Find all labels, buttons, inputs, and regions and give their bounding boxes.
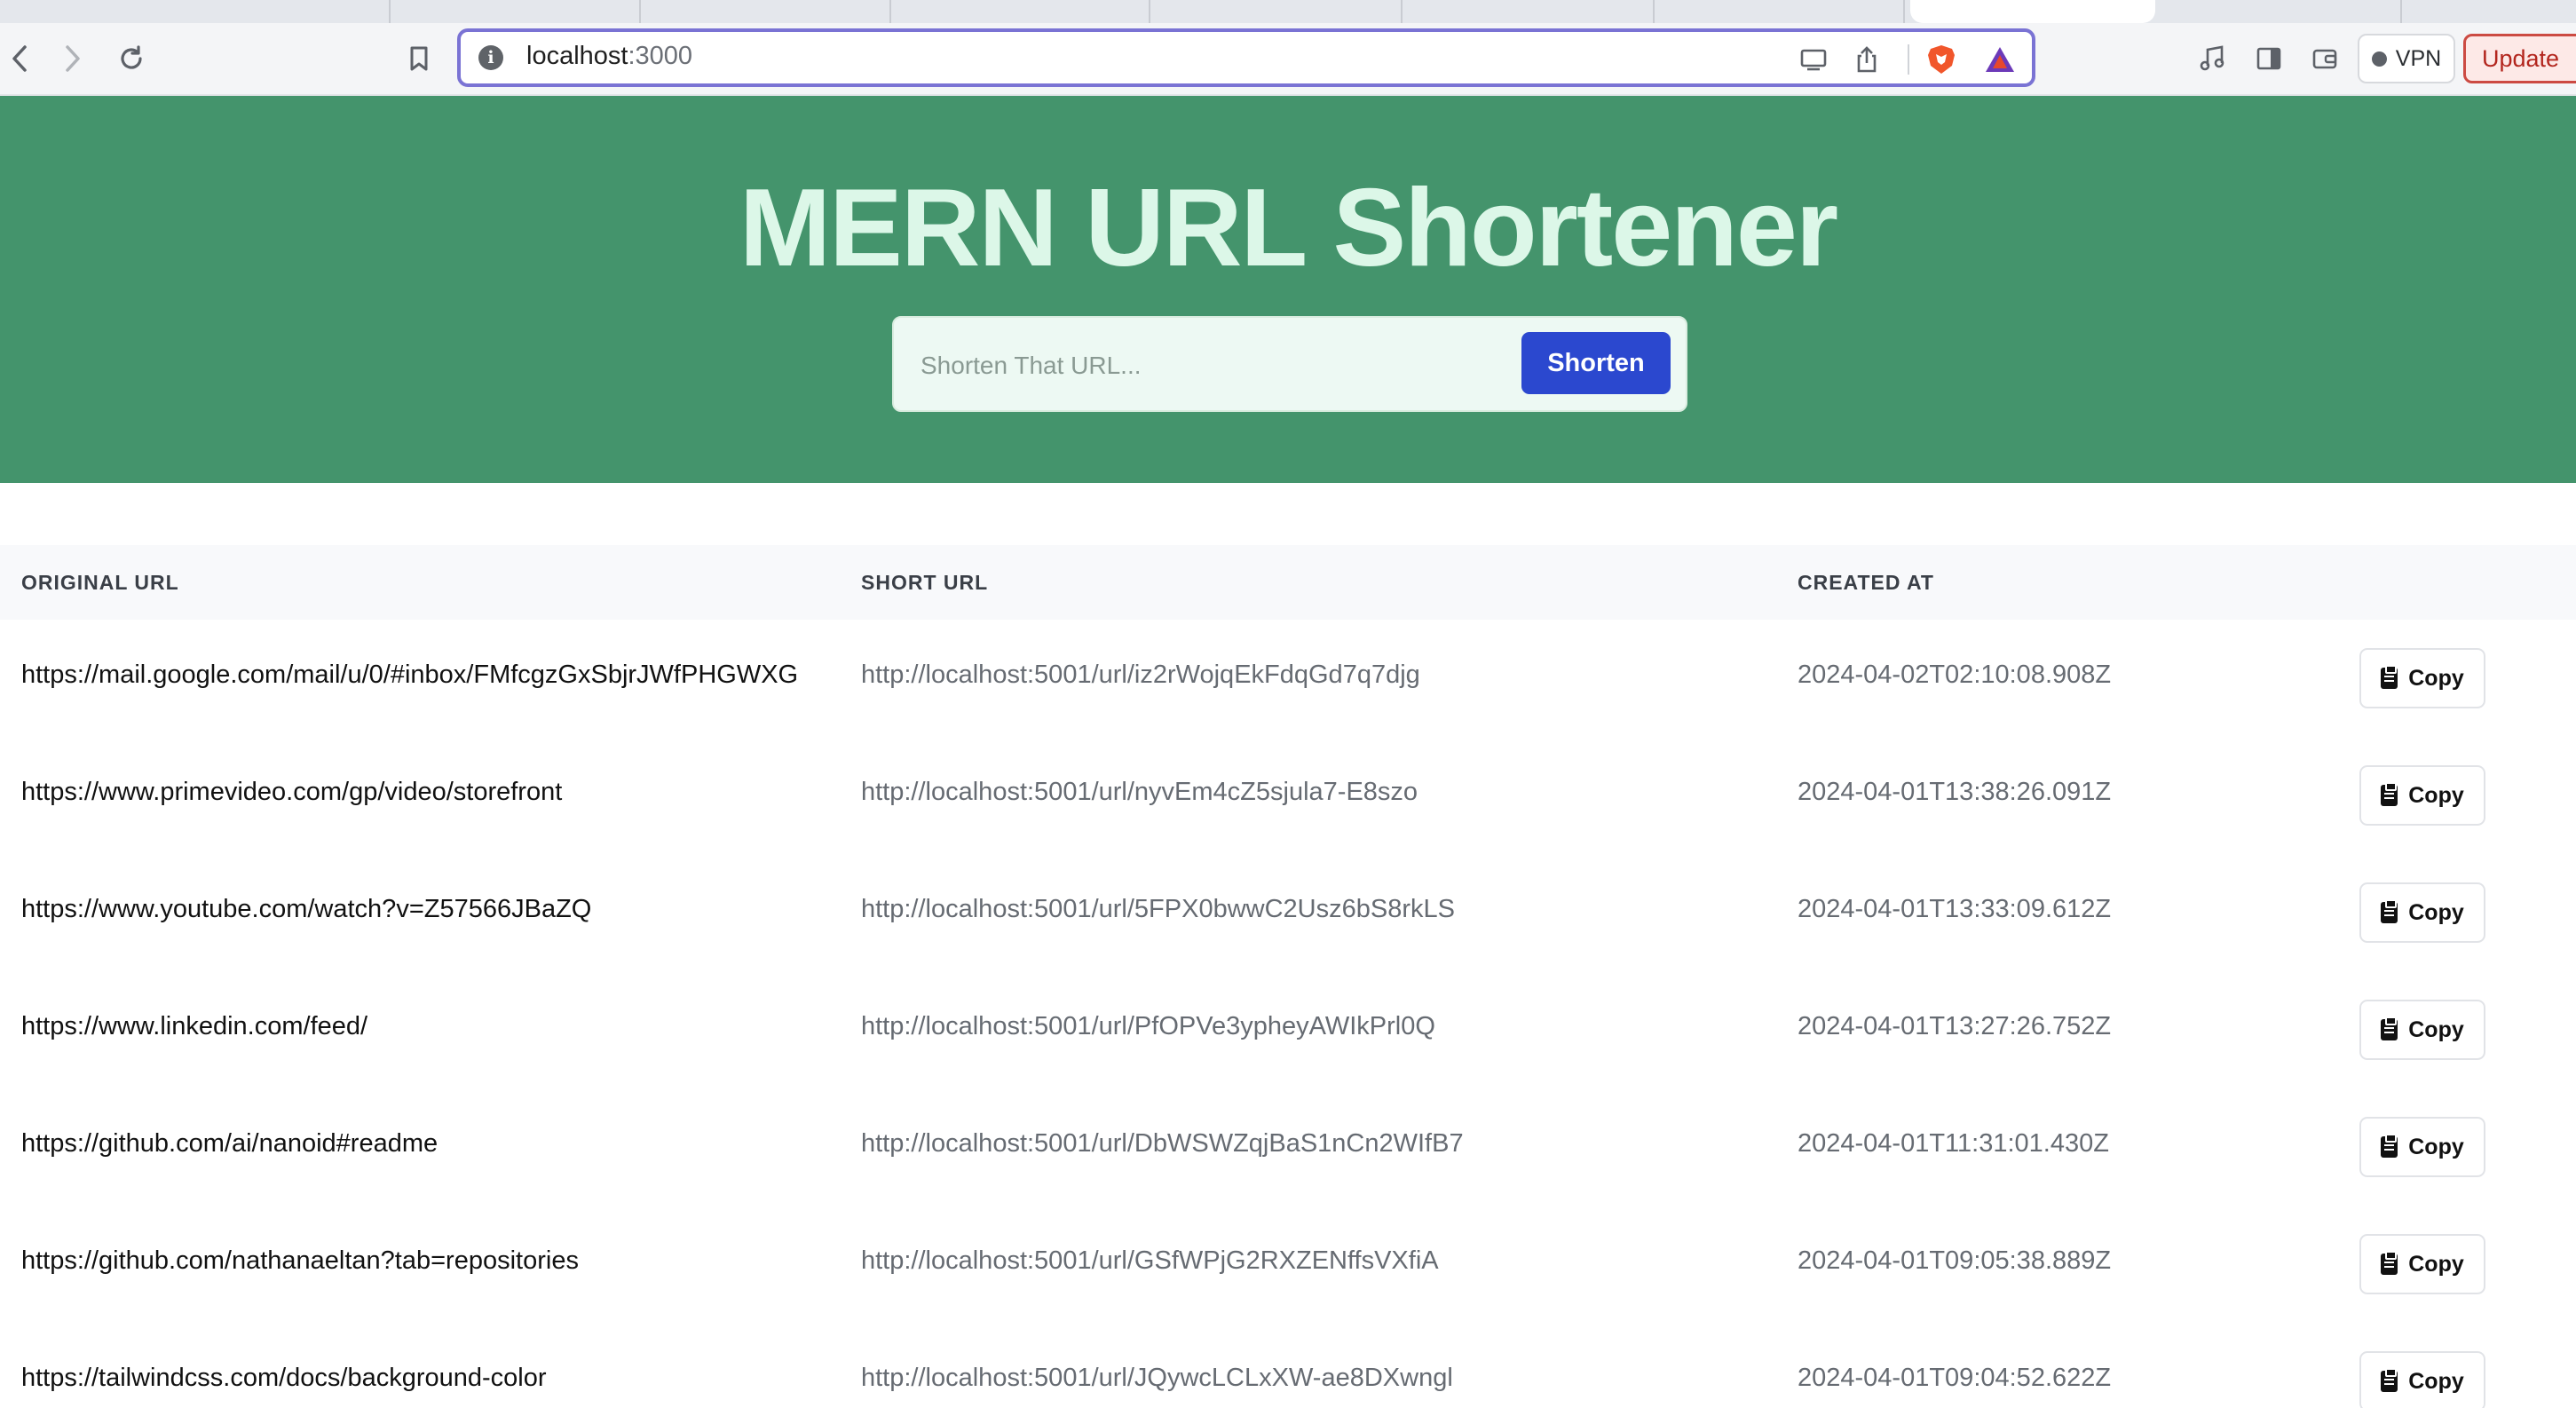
table-row: https://www.primevideo.com/gp/video/stor…: [0, 737, 2576, 854]
sidebar-icon[interactable]: [2246, 36, 2292, 82]
created-at: 2024-04-01T13:33:09.612Z: [1798, 895, 2112, 923]
shorten-button[interactable]: Shorten: [1521, 332, 1671, 394]
short-url[interactable]: http://localhost:5001/url/JQywcLCLxXW-ae…: [861, 1364, 1453, 1393]
browser-tab[interactable]: [2162, 0, 2402, 23]
created-at: 2024-04-01T13:27:26.752Z: [1798, 1012, 2112, 1040]
clipboard-icon: [2381, 1251, 2398, 1275]
clipboard-icon: [2381, 1016, 2398, 1040]
copy-button[interactable]: Copy: [2359, 1000, 2485, 1060]
hero-header: MERN URL Shortener Shorten: [0, 96, 2576, 483]
forward-arrow-icon[interactable]: [50, 36, 96, 82]
clipboard-icon: [2381, 665, 2398, 689]
original-url: https://mail.google.com/mail/u/0/#inbox/…: [21, 660, 799, 689]
brave-shield-icon[interactable]: [1925, 44, 1957, 75]
original-url: https://www.linkedin.com/feed/: [21, 1012, 368, 1040]
copy-button[interactable]: Copy: [2359, 1234, 2485, 1294]
address-url[interactable]: localhost:3000: [526, 42, 692, 71]
table-row: https://tailwindcss.com/docs/background-…: [0, 1323, 2576, 1408]
copy-label: Copy: [2408, 1251, 2464, 1277]
browser-tab[interactable]: [902, 0, 1150, 23]
created-at: 2024-04-01T09:04:52.622Z: [1798, 1364, 2112, 1392]
created-at: 2024-04-01T09:05:38.889Z: [1798, 1246, 2112, 1275]
short-url[interactable]: http://localhost:5001/url/iz2rWojqEkFdqG…: [861, 660, 1420, 690]
wallet-icon[interactable]: [2302, 36, 2348, 82]
clipboard-icon: [2381, 1134, 2398, 1158]
info-icon[interactable]: i: [478, 45, 503, 70]
created-at: 2024-04-01T13:38:26.091Z: [1798, 778, 2112, 806]
table-row: https://github.com/nathanaeltan?tab=repo…: [0, 1206, 2576, 1323]
share-icon[interactable]: [1851, 44, 1883, 75]
browser-tab[interactable]: [392, 0, 641, 23]
header-created-at: CREATED AT: [1798, 571, 1934, 594]
address-host: localhost: [526, 42, 628, 70]
copy-label: Copy: [2408, 1368, 2464, 1394]
vpn-button[interactable]: VPN: [2358, 34, 2455, 83]
table-row: https://github.com/ai/nanoid#readme http…: [0, 1088, 2576, 1206]
clipboard-icon: [2381, 899, 2398, 923]
original-url: https://www.youtube.com/watch?v=Z57566JB…: [21, 895, 592, 923]
shorten-form: Shorten: [892, 316, 1687, 412]
copy-label: Copy: [2408, 665, 2464, 691]
urls-table: ORIGINAL URL SHORT URL CREATED AT https:…: [0, 545, 2576, 1408]
original-url: https://github.com/nathanaeltan?tab=repo…: [21, 1246, 579, 1275]
vpn-label: VPN: [2395, 45, 2442, 71]
browser-tab[interactable]: [1406, 0, 1655, 23]
copy-button[interactable]: Copy: [2359, 882, 2485, 943]
browser-tab-active[interactable]: [1910, 0, 2155, 23]
copy-button[interactable]: Copy: [2359, 1351, 2485, 1408]
music-note-icon[interactable]: [2189, 36, 2235, 82]
copy-button[interactable]: Copy: [2359, 765, 2485, 826]
address-divider: [1908, 44, 1909, 75]
address-port: :3000: [628, 42, 693, 70]
header-short-url: SHORT URL: [861, 571, 989, 594]
address-bar[interactable]: i localhost:3000: [457, 28, 2035, 87]
back-arrow-icon[interactable]: [0, 36, 43, 82]
url-input[interactable]: [921, 341, 1506, 391]
clipboard-icon: [2381, 782, 2398, 806]
table-row: https://www.linkedin.com/feed/ http://lo…: [0, 971, 2576, 1088]
brave-rewards-icon[interactable]: [1984, 44, 2016, 75]
copy-label: Copy: [2408, 899, 2464, 925]
header-original-url: ORIGINAL URL: [21, 571, 179, 594]
browser-tab[interactable]: [643, 0, 891, 23]
browser-toolbar: i localhost:3000 VPN Update: [0, 23, 2576, 96]
browser-tab[interactable]: [142, 0, 391, 23]
short-url[interactable]: http://localhost:5001/url/PfOPVe3ypheyAW…: [861, 1012, 1435, 1041]
table-header: ORIGINAL URL SHORT URL CREATED AT: [0, 545, 2576, 620]
page-title: MERN URL Shortener: [739, 167, 1838, 289]
short-url[interactable]: http://localhost:5001/url/nyvEm4cZ5sjula…: [861, 778, 1418, 807]
cast-icon[interactable]: [1798, 44, 1829, 75]
copy-button[interactable]: Copy: [2359, 648, 2485, 708]
browser-tab[interactable]: [1154, 0, 1403, 23]
table-row: https://mail.google.com/mail/u/0/#inbox/…: [0, 620, 2576, 737]
vpn-status-icon: [2371, 51, 2387, 67]
copy-label: Copy: [2408, 1134, 2464, 1159]
original-url: https://github.com/ai/nanoid#readme: [21, 1129, 439, 1158]
tab-strip: [0, 0, 2576, 23]
copy-label: Copy: [2408, 782, 2464, 808]
bookmark-icon[interactable]: [396, 36, 442, 82]
reload-icon[interactable]: [108, 36, 154, 82]
original-url: https://www.primevideo.com/gp/video/stor…: [21, 778, 563, 806]
update-button[interactable]: Update: [2463, 34, 2576, 83]
browser-tab[interactable]: [1656, 0, 1905, 23]
short-url[interactable]: http://localhost:5001/url/GSfWPjG2RXZENf…: [861, 1246, 1439, 1276]
short-url[interactable]: http://localhost:5001/url/DbWSWZqjBaS1nC…: [861, 1129, 1464, 1159]
created-at: 2024-04-01T11:31:01.430Z: [1798, 1129, 2109, 1158]
copy-label: Copy: [2408, 1016, 2464, 1042]
original-url: https://tailwindcss.com/docs/background-…: [21, 1364, 547, 1392]
table-row: https://www.youtube.com/watch?v=Z57566JB…: [0, 854, 2576, 971]
clipboard-icon: [2381, 1368, 2398, 1392]
created-at: 2024-04-02T02:10:08.908Z: [1798, 660, 2112, 689]
copy-button[interactable]: Copy: [2359, 1117, 2485, 1177]
short-url[interactable]: http://localhost:5001/url/5FPX0bwwC2Usz6…: [861, 895, 1455, 924]
